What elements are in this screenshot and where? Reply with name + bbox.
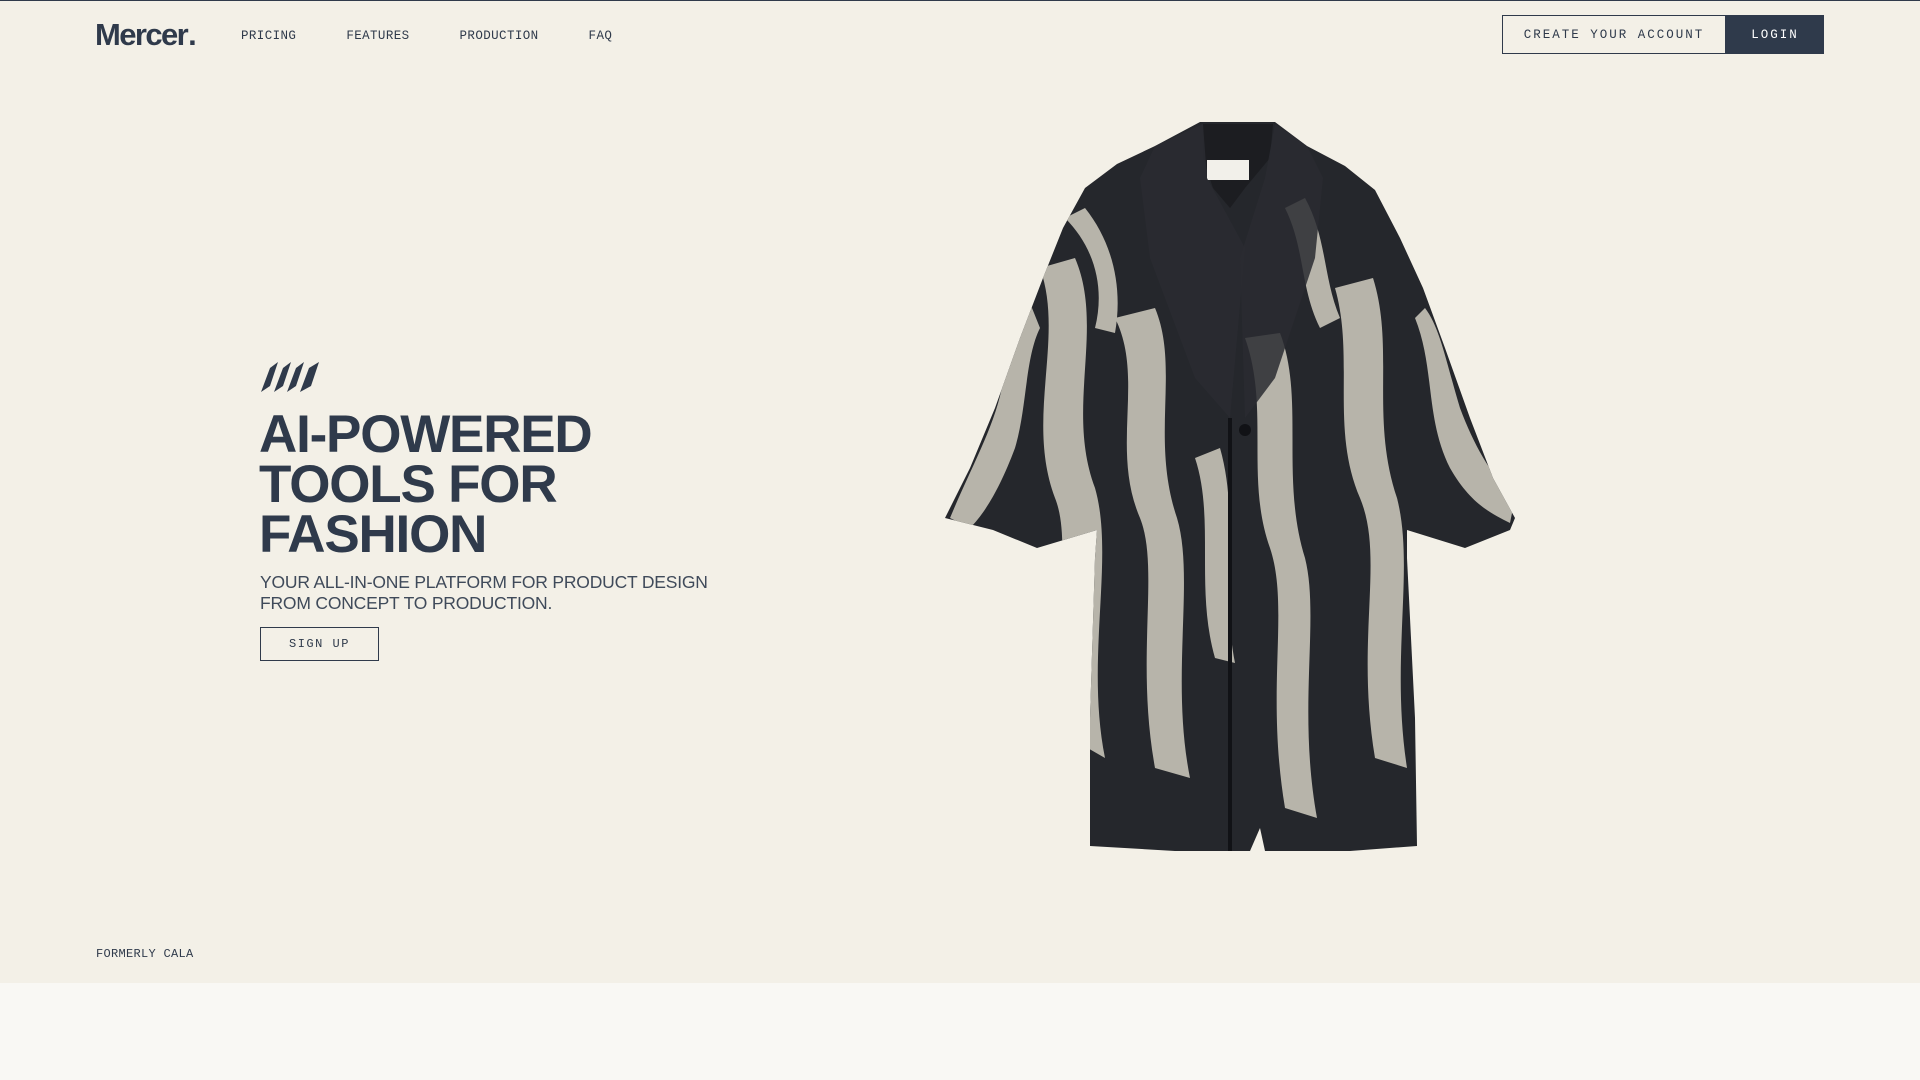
- stripes-logo-mark-icon: [261, 362, 319, 392]
- hero-subtitle-line-1: YOUR ALL-IN-ONE PLATFORM FOR PRODUCT DES…: [260, 572, 708, 592]
- login-button[interactable]: LOGIN: [1726, 15, 1824, 54]
- hero-title: AI-POWERED TOOLS FOR FASHION: [259, 405, 719, 564]
- brand-dot: .: [188, 17, 197, 52]
- nav-item-faq[interactable]: FAQ: [589, 29, 613, 43]
- top-border-rule: [0, 0, 1920, 1]
- hero-subtitle-line-2: FROM CONCEPT TO PRODUCTION.: [260, 593, 553, 613]
- hero-title-line-1: AI-POWERED: [259, 405, 593, 464]
- formerly-note: FORMERLY CALA: [96, 947, 194, 961]
- create-account-button[interactable]: CREATE YOUR ACCOUNT: [1502, 15, 1726, 54]
- main-nav: PRICING FEATURES PRODUCTION FAQ: [241, 29, 662, 43]
- hero-title-line-2: TOOLS FOR: [259, 455, 558, 514]
- zebra-print-coat-image: [945, 122, 1515, 851]
- hero-subtitle: YOUR ALL-IN-ONE PLATFORM FOR PRODUCT DES…: [260, 572, 720, 614]
- brand-logo[interactable]: Mercer.: [95, 17, 197, 53]
- nav-item-features[interactable]: FEATURES: [346, 29, 409, 43]
- sign-up-button[interactable]: SIGN UP: [260, 627, 379, 661]
- nav-item-pricing[interactable]: PRICING: [241, 29, 296, 43]
- lower-section-band: [0, 983, 1920, 1080]
- hero-title-line-3: FASHION: [259, 505, 487, 564]
- nav-item-production[interactable]: PRODUCTION: [460, 29, 539, 43]
- brand-name: Mercer: [95, 17, 189, 52]
